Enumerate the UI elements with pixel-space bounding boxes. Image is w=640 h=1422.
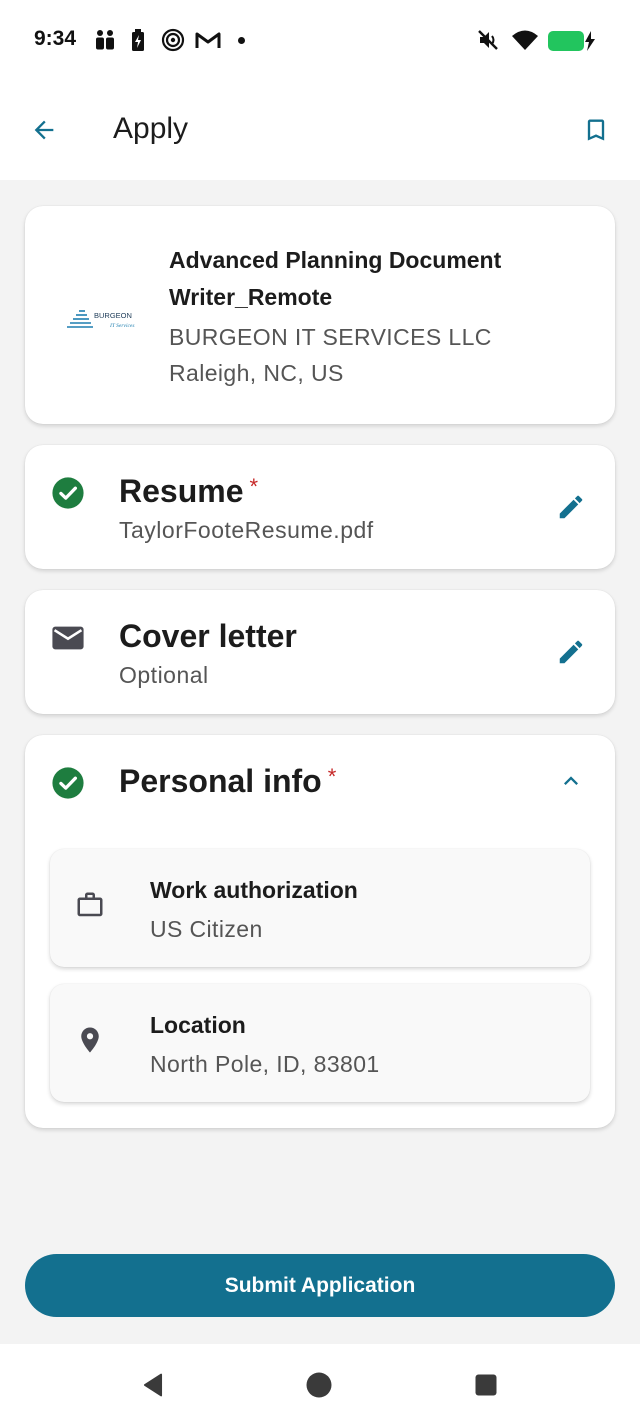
resume-card[interactable]: Resume * TaylorFooteResume.pdf <box>25 445 615 569</box>
check-circle-icon <box>51 766 85 800</box>
cover-letter-card[interactable]: Cover letter Optional <box>25 590 615 714</box>
job-location: Raleigh, NC, US <box>169 360 344 386</box>
wifi-icon <box>511 28 539 57</box>
briefcase-icon <box>74 889 106 921</box>
edit-resume-button[interactable] <box>551 487 591 527</box>
mute-icon <box>476 28 500 57</box>
pencil-icon <box>559 495 583 519</box>
chevron-up-icon <box>564 776 578 785</box>
bookmark-outline-icon <box>587 119 605 141</box>
location-value: North Pole, ID, 83801 <box>150 1051 380 1077</box>
apply-screen: 9:34 Apply BURGEON IT Services Advanced … <box>0 0 640 1422</box>
job-title: Advanced Planning Document Writer_Remote <box>169 247 502 310</box>
personal-info-card: Personal info * Work authorization US Cit… <box>25 735 615 1128</box>
company-logo: BURGEON IT Services <box>65 306 145 332</box>
square-recents-icon <box>475 1374 497 1396</box>
bookmark-button[interactable] <box>576 110 616 150</box>
resume-title: Resume * <box>119 473 258 510</box>
logo-text: BURGEON <box>94 311 132 320</box>
people-icon <box>93 28 117 57</box>
required-mark: * <box>249 474 259 499</box>
resume-filename: TaylorFooteResume.pdf <box>119 517 374 543</box>
submit-application-button[interactable]: Submit Application <box>25 1254 615 1317</box>
location-item[interactable]: Location North Pole, ID, 83801 <box>50 984 590 1102</box>
check-circle-icon <box>51 476 85 510</box>
company-name: BURGEON IT SERVICES LLC <box>169 324 492 350</box>
spiral-app-icon <box>161 28 185 57</box>
collapse-personal-info-button[interactable] <box>551 761 591 801</box>
cover-letter-subtitle: Optional <box>119 662 209 688</box>
location-pin-icon <box>74 1024 106 1056</box>
system-nav-bar <box>0 1344 640 1422</box>
app-bar: Apply <box>0 80 640 180</box>
page-title: Apply <box>113 112 189 145</box>
notification-dot <box>238 37 245 44</box>
battery-charging-icon <box>547 29 597 58</box>
nav-back-button[interactable] <box>138 1370 168 1400</box>
required-mark: * <box>327 764 337 789</box>
pencil-icon <box>559 640 583 664</box>
work-authorization-label: Work authorization <box>150 877 358 903</box>
edit-cover-letter-button[interactable] <box>551 632 591 672</box>
mail-icon <box>51 621 85 655</box>
resume-title-text: Resume <box>119 473 244 509</box>
work-authorization-item[interactable]: Work authorization US Citizen <box>50 849 590 967</box>
battery-saver-icon <box>130 28 146 57</box>
logo-subtext: IT Services <box>109 323 135 329</box>
personal-info-title: Personal info * <box>119 763 336 800</box>
triangle-back-icon <box>143 1373 163 1397</box>
arrow-back-icon <box>34 120 54 140</box>
gmail-icon <box>195 28 221 57</box>
status-time: 9:34 <box>34 27 77 50</box>
work-authorization-value: US Citizen <box>150 916 263 942</box>
nav-home-button[interactable] <box>304 1370 334 1400</box>
personal-info-title-text: Personal info <box>119 763 322 799</box>
status-bar: 9:34 <box>0 0 640 80</box>
job-card: BURGEON IT Services Advanced Planning Do… <box>25 206 615 424</box>
location-label: Location <box>150 1012 246 1038</box>
back-button[interactable] <box>24 110 64 150</box>
circle-home-icon <box>306 1372 332 1398</box>
nav-recents-button[interactable] <box>471 1370 501 1400</box>
cover-letter-title: Cover letter <box>119 618 297 654</box>
